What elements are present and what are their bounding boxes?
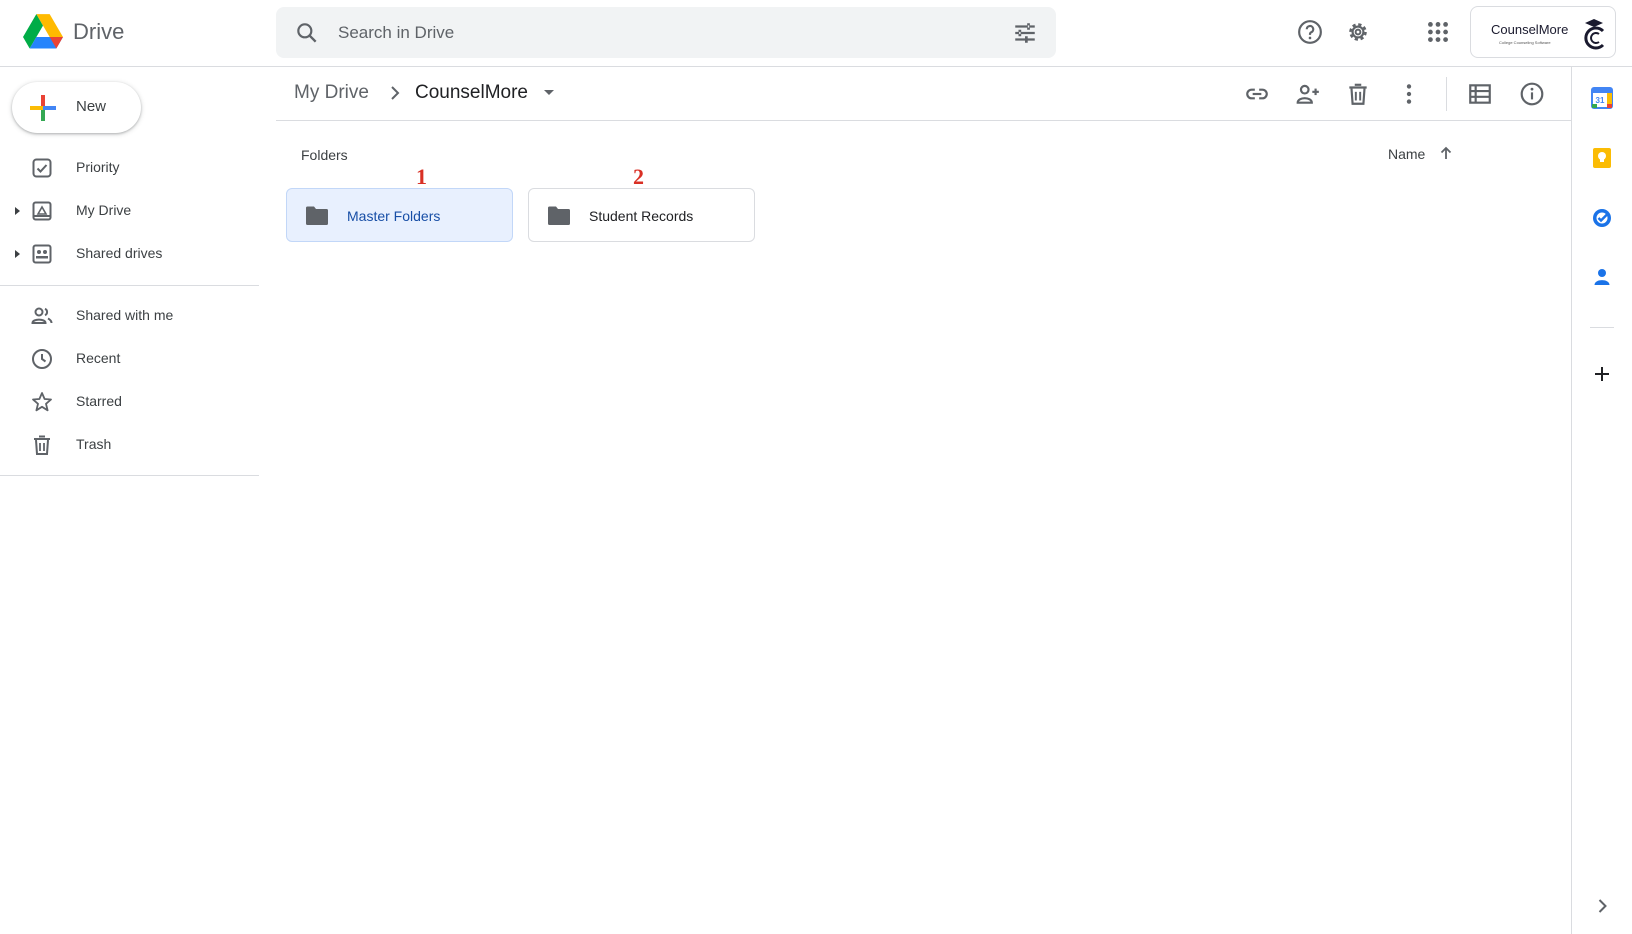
breadcrumb-my-drive[interactable]: My Drive [294, 82, 369, 104]
sidebar-item-shared-with-me[interactable]: Shared with me [0, 296, 259, 336]
sidebar-item-label: Recent [76, 350, 121, 366]
new-button-label: New [76, 98, 107, 115]
annotation-marker-1: 1 [416, 164, 427, 189]
sidebar-item-label: Priority [76, 159, 120, 175]
trash-icon [34, 435, 50, 455]
more-actions-vertical-dots-icon[interactable] [1396, 81, 1422, 107]
folder-name: Master Folders [347, 208, 441, 224]
search-input[interactable] [338, 7, 958, 58]
account-avatar-icon [1584, 19, 1605, 50]
sidebar-item-label: My Drive [76, 202, 132, 218]
account-brand-text: CounselMore [1491, 22, 1569, 37]
sort-by-name-button[interactable]: Name [1388, 146, 1425, 162]
breadcrumb-toolbar: My Drive CounselMore [276, 67, 1571, 121]
contacts-icon[interactable] [1590, 265, 1614, 289]
settings-gear-icon[interactable] [1345, 19, 1371, 45]
app-name: Drive [73, 19, 125, 44]
breadcrumb-chevron-right-icon [391, 86, 400, 100]
sidebar-item-shared-drives[interactable]: Shared drives [0, 234, 259, 274]
get-link-icon[interactable] [1244, 81, 1270, 107]
expand-caret-icon[interactable] [12, 249, 22, 259]
sidebar-divider [0, 285, 259, 286]
drive-logo[interactable]: Drive [23, 14, 124, 50]
toolbar-separator [1446, 77, 1447, 111]
search-options-icon[interactable] [1012, 20, 1038, 46]
annotation-marker-2: 2 [633, 164, 644, 189]
keep-notes-icon[interactable] [1590, 146, 1614, 170]
my-drive-icon [32, 201, 52, 221]
expand-caret-icon[interactable] [12, 206, 22, 216]
search-bar[interactable] [276, 7, 1056, 58]
folder-card-master-folders[interactable]: Master Folders [286, 188, 513, 242]
help-icon[interactable] [1297, 19, 1323, 45]
folder-dropdown-arrow-icon[interactable] [542, 85, 556, 99]
sidebar-item-trash[interactable]: Trash [0, 425, 259, 465]
apps-grid-icon[interactable] [1425, 19, 1451, 45]
sidebar-item-my-drive[interactable]: My Drive [0, 191, 259, 231]
folder-name: Student Records [589, 208, 694, 224]
search-icon[interactable] [294, 20, 320, 46]
priority-check-icon [32, 158, 52, 178]
sidebar-item-label: Shared drives [76, 245, 163, 261]
account-switcher[interactable]: CounselMore College Counseling Software [1470, 6, 1616, 58]
new-plus-icon [30, 95, 56, 121]
sidebar-item-label: Trash [76, 436, 112, 452]
folder-icon [306, 206, 328, 225]
show-side-panel-chevron-icon[interactable] [1590, 894, 1614, 918]
share-add-person-icon[interactable] [1295, 81, 1321, 107]
folder-icon [548, 206, 570, 225]
sidebar-item-label: Starred [76, 393, 122, 409]
sidebar-divider [0, 475, 259, 476]
sidebar-item-priority[interactable]: Priority [0, 148, 259, 188]
calendar-icon[interactable]: 31 [1590, 86, 1614, 110]
new-button[interactable]: New [12, 82, 141, 133]
sidebar-item-recent[interactable]: Recent [0, 339, 259, 379]
folder-card-student-records[interactable]: Student Records [528, 188, 755, 242]
recent-clock-icon [32, 349, 52, 369]
view-details-info-icon[interactable] [1519, 81, 1545, 107]
shared-with-me-people-icon [31, 307, 53, 324]
drive-logo-icon [23, 14, 63, 49]
folders-section-heading: Folders [301, 147, 348, 163]
list-view-icon[interactable] [1467, 81, 1493, 107]
breadcrumb-current-folder[interactable]: CounselMore [415, 82, 528, 104]
account-brand-tagline: College Counseling Software [1499, 40, 1551, 45]
tasks-icon[interactable] [1590, 206, 1614, 230]
side-panel-divider [1590, 327, 1614, 328]
sort-ascending-arrow-icon[interactable] [1438, 145, 1454, 161]
side-panel: 31 [1571, 67, 1632, 934]
delete-trash-icon[interactable] [1345, 81, 1371, 107]
shared-drives-icon [32, 244, 52, 264]
sidebar-item-label: Shared with me [76, 307, 174, 323]
svg-text:31: 31 [1596, 96, 1605, 105]
top-bar: Drive Counse [0, 0, 1632, 67]
get-add-ons-plus-icon[interactable] [1590, 362, 1614, 386]
sidebar-item-starred[interactable]: Starred [0, 382, 259, 422]
star-icon [32, 392, 52, 412]
